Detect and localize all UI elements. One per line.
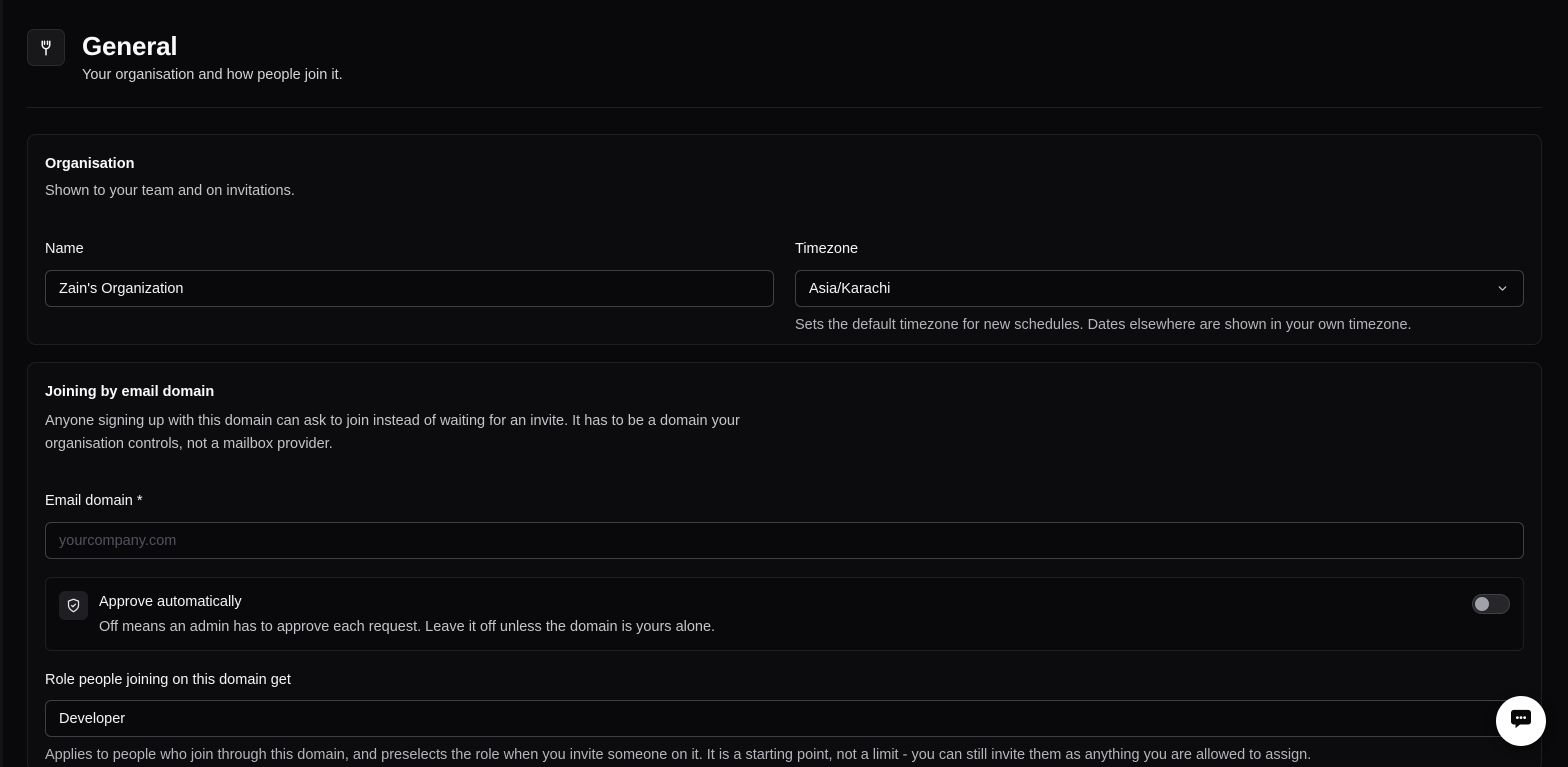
sidebar-edge	[0, 0, 3, 767]
name-field-group: Name Zain's Organization	[45, 240, 774, 334]
page-title: General	[82, 31, 178, 61]
name-input[interactable]: Zain's Organization	[45, 270, 774, 307]
approve-title: Approve automatically	[99, 594, 242, 610]
approve-text: Approve automatically Off means an admin…	[99, 591, 715, 637]
chevron-down-icon	[1496, 282, 1509, 299]
role-label: Role people joining on this domain get	[45, 672, 291, 688]
email-domain-placeholder: yourcompany.com	[59, 532, 177, 549]
role-select-value: Developer	[59, 710, 126, 727]
email-domain-input[interactable]: yourcompany.com	[45, 522, 1524, 559]
organisation-description: Shown to your team and on invitations.	[45, 183, 295, 199]
timezone-field-group: Timezone Asia/Karachi Sets the default t…	[795, 240, 1524, 334]
name-input-value: Zain's Organization	[59, 280, 184, 297]
role-group: Role people joining on this domain get D…	[45, 671, 1524, 764]
timezone-label: Timezone	[795, 241, 859, 257]
organisation-fields: Name Zain's Organization Timezone Asia/K…	[45, 240, 1524, 334]
timezone-select[interactable]: Asia/Karachi	[795, 270, 1524, 307]
email-domain-group: Email domain * yourcompany.com	[45, 492, 1524, 559]
chat-bubble-icon	[1510, 709, 1532, 734]
timezone-select-value: Asia/Karachi	[809, 280, 891, 297]
email-domain-label: Email domain *	[45, 493, 143, 509]
page-header: General Your organisation and how people…	[27, 0, 1542, 108]
settings-page: General Your organisation and how people…	[0, 0, 1568, 767]
toggle-knob	[1475, 597, 1489, 611]
role-hint: Applies to people who join through this …	[45, 747, 1312, 763]
approve-automatically-row: Approve automatically Off means an admin…	[45, 577, 1524, 651]
role-select[interactable]: Developer	[45, 700, 1524, 737]
page-subtitle: Your organisation and how people join it…	[82, 67, 343, 83]
joining-card: Joining by email domain Anyone signing u…	[27, 362, 1542, 767]
organisation-title: Organisation	[45, 156, 135, 172]
name-label: Name	[45, 241, 84, 257]
joining-description: Anyone signing up with this domain can a…	[45, 413, 740, 452]
approve-automatically-toggle[interactable]	[1472, 594, 1510, 614]
shield-check-icon	[59, 591, 88, 620]
header-text: General Your organisation and how people…	[82, 29, 343, 83]
chat-support-button[interactable]	[1496, 696, 1546, 746]
timezone-hint: Sets the default timezone for new schedu…	[795, 317, 1412, 333]
approve-description: Off means an admin has to approve each r…	[99, 619, 716, 635]
organisation-card: Organisation Shown to your team and on i…	[27, 134, 1542, 345]
wrench-icon	[27, 29, 65, 66]
joining-title: Joining by email domain	[45, 384, 215, 400]
